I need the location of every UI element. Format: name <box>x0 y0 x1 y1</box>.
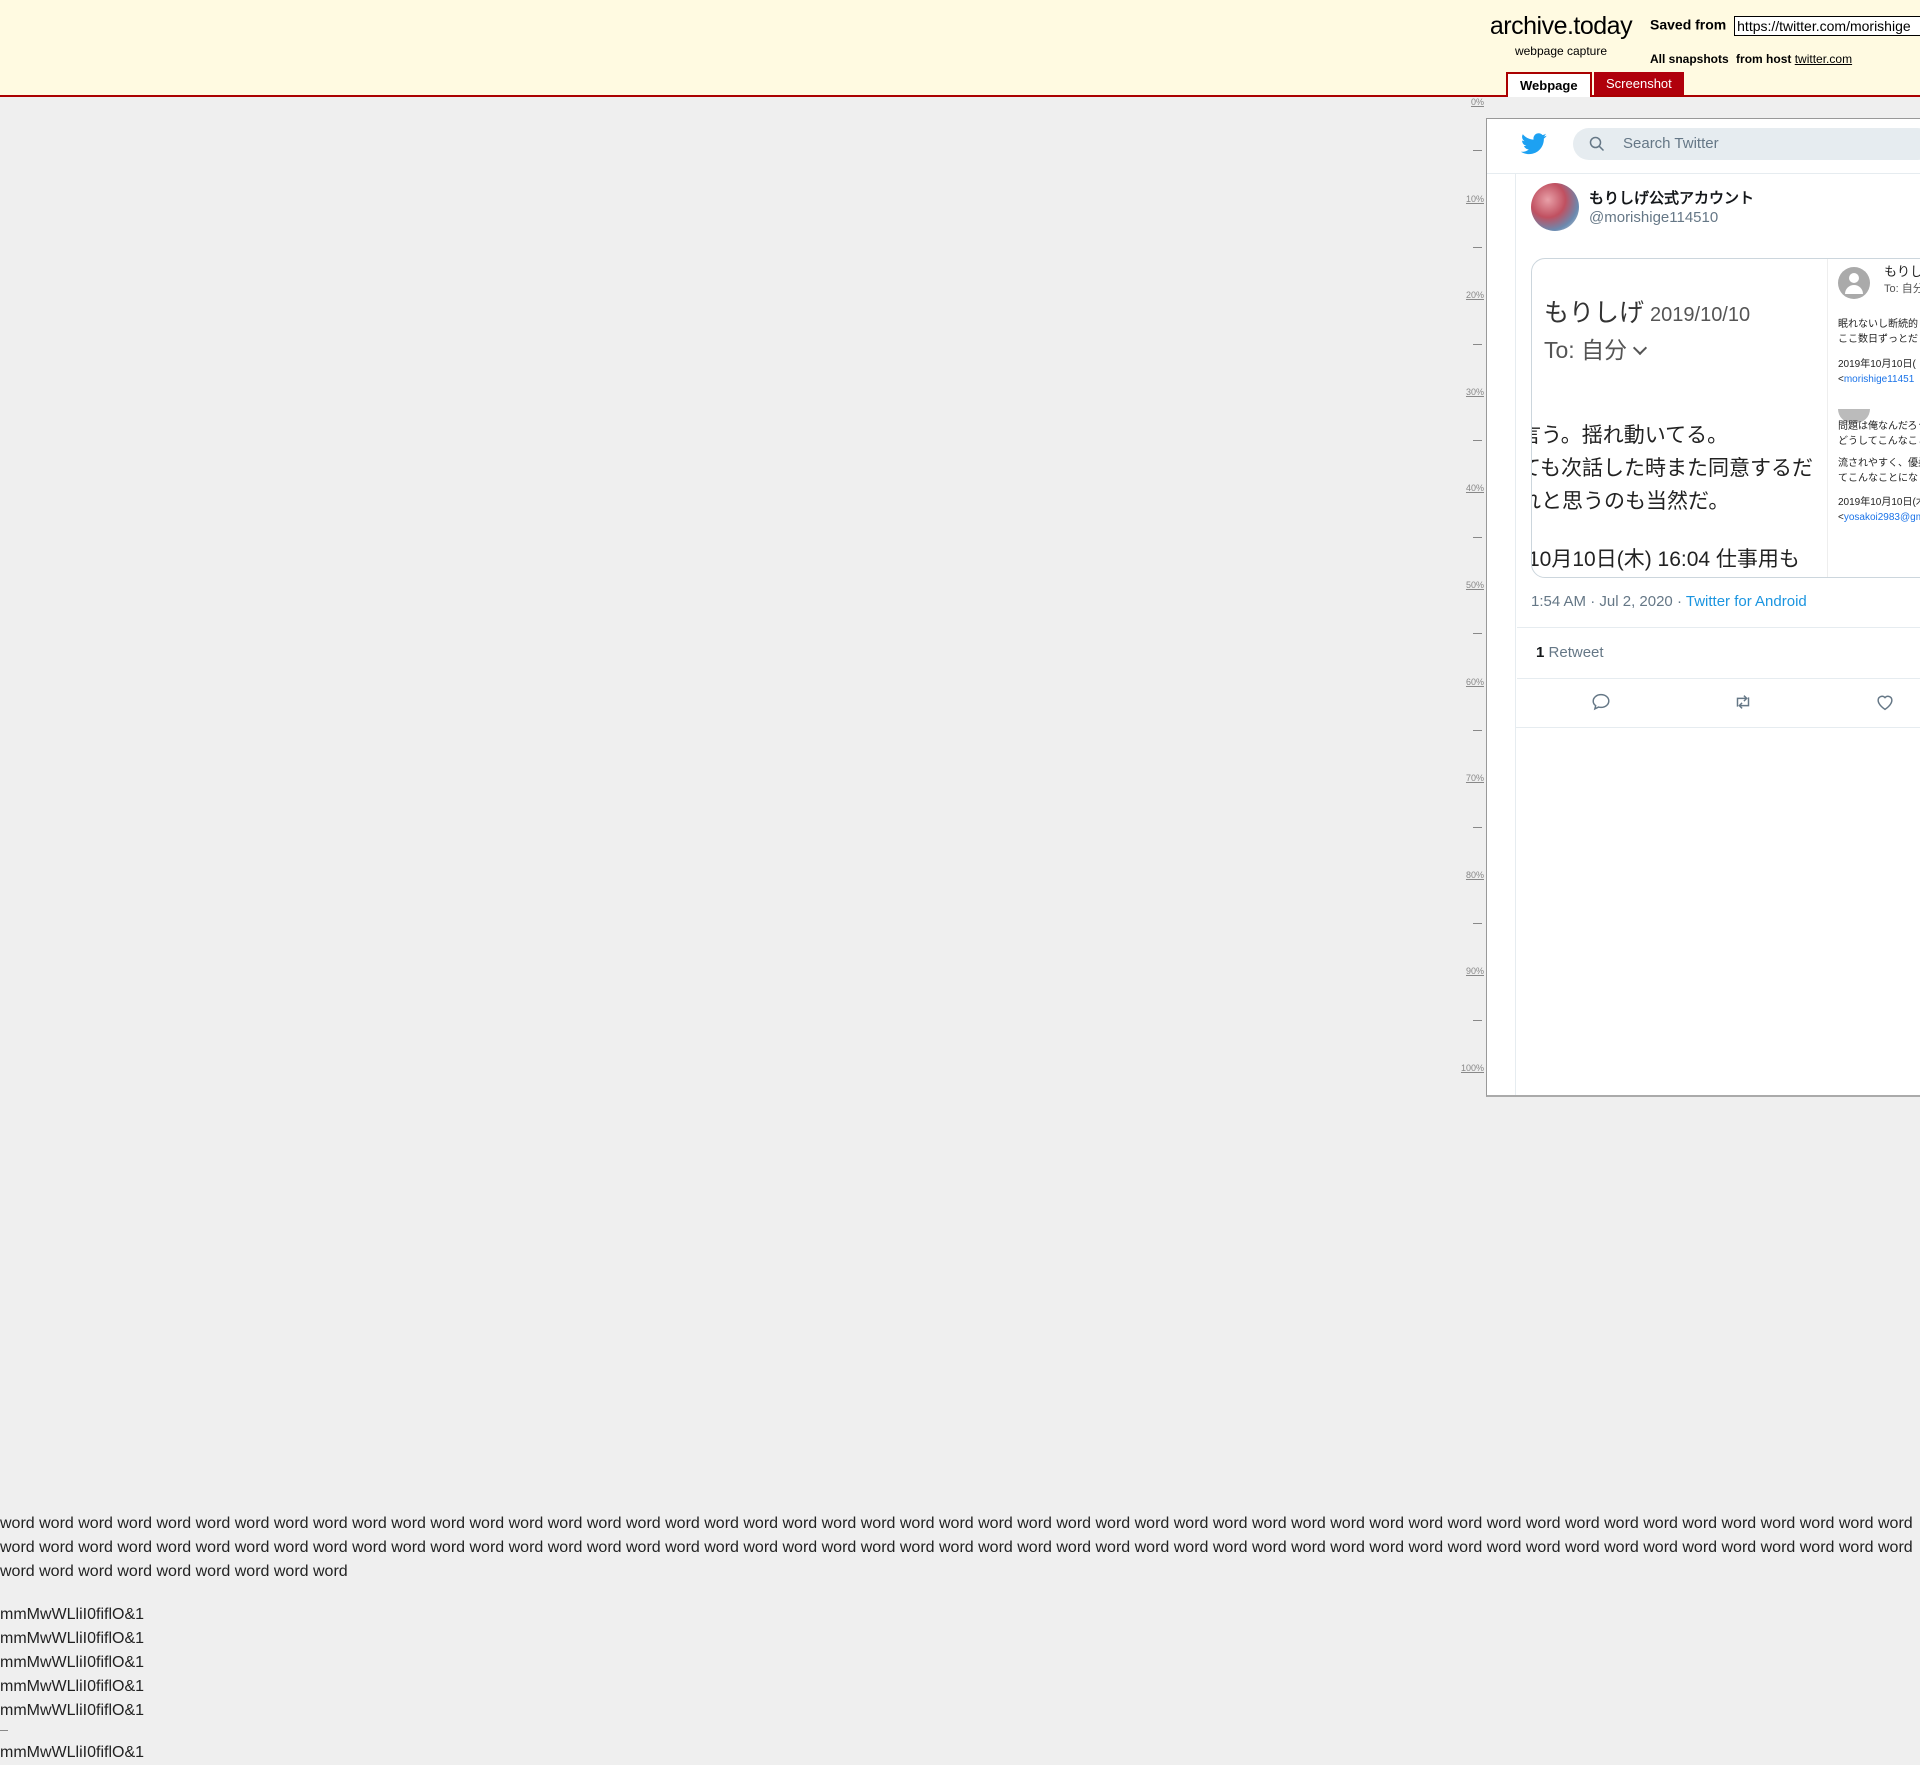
divider <box>1517 678 1920 679</box>
divider <box>1515 727 1920 728</box>
mail-right-text: 問題は俺なんだろう <box>1838 421 1920 432</box>
mail-screenshot-left: もりしげ 2019/10/10 To: 自分 言う。揺れ動いてる。 ても次話した時… <box>1532 259 1827 577</box>
twitter-search-input[interactable]: Search Twitter <box>1573 128 1920 160</box>
ruler-tick <box>1473 633 1482 635</box>
tab-screenshot[interactable]: Screenshot <box>1594 72 1684 95</box>
ruler-tick <box>1473 246 1482 248</box>
mail-right-text: 眠れないし断続的 <box>1838 319 1918 330</box>
tab-webpage[interactable]: Webpage <box>1506 72 1592 97</box>
font-test-line: mmMwWLliI0fiflO&1 <box>0 1630 145 1647</box>
ruler-tick <box>1473 923 1482 925</box>
divider <box>1517 627 1920 628</box>
captured-page-frame: Search Twitter もりしげ公式アカウント @morishige114… <box>1486 118 1920 1097</box>
chevron-down-icon <box>1633 340 1648 356</box>
ruler-tick <box>1473 150 1482 152</box>
tweet-metadata: 1:54 AM · Jul 2, 2020 · Twitter for Andr… <box>1531 593 1807 610</box>
ruler-mark[interactable]: 40% <box>1466 483 1484 493</box>
mail-right-to: To: 自分 <box>1884 283 1920 295</box>
ruler-mark[interactable]: 10% <box>1466 194 1484 204</box>
ruler-tick <box>1473 826 1482 828</box>
mail-sender: もりしげ 2019/10/10 <box>1544 299 1751 327</box>
mail-screenshot-right: もりし To: 自分 眠れないし断続的 ここ数日ずっとだ 2019年10月10日… <box>1827 259 1920 577</box>
mail-right-link: <yosakoi2983@gm <box>1838 512 1920 523</box>
ruler-mark[interactable]: 90% <box>1466 966 1484 976</box>
ruler-mark[interactable]: 50% <box>1466 580 1484 590</box>
tweet-date[interactable]: Jul 2, 2020 <box>1599 593 1672 610</box>
like-heart-icon[interactable] <box>1874 691 1896 713</box>
font-test-line: mmMwWLliI0fiflO&1 <box>0 1702 145 1719</box>
search-placeholder: Search Twitter <box>1623 135 1719 152</box>
ruler-tick <box>1473 536 1482 538</box>
ruler-mark[interactable]: 60% <box>1466 677 1484 687</box>
mail-right-text: どうしてこんなこと <box>1838 436 1920 447</box>
mail-right-text: ここ数日ずっとだ <box>1838 334 1918 345</box>
tweet-image[interactable]: もりしげ 2019/10/10 To: 自分 言う。揺れ動いてる。 ても次話した時… <box>1531 258 1920 578</box>
user-display-name[interactable]: もりしげ公式アカウント <box>1589 187 1754 208</box>
test-word-paragraph: word word word word word word word word … <box>0 1515 1913 1580</box>
mail-right-date: 2019年10月10日(木 <box>1838 497 1920 508</box>
mail-right-text: 流されやすく、優柔 <box>1838 458 1920 469</box>
reply-icon[interactable] <box>1590 691 1612 713</box>
mail-right-text: てこんなことにな <box>1838 473 1918 484</box>
avatar[interactable] <box>1531 183 1579 231</box>
user-handle[interactable]: @morishige114510 <box>1589 209 1718 226</box>
scroll-ruler: 0% 10% 20% 30% 40% 50% 60% 70% 80% 90% 100% <box>1440 97 1484 1093</box>
archive-title[interactable]: archive.today <box>1486 12 1636 41</box>
ruler-tick <box>1473 1019 1482 1021</box>
font-test-line: mmMwWLliI0fiflO&1 <box>0 1654 145 1671</box>
mail-body: 言う。揺れ動いてる。 ても次話した時また同意するだ れと思うのも当然だ。 <box>1532 424 1813 513</box>
archive-header: archive.today webpage capture Saved from… <box>0 0 1920 97</box>
avatar-placeholder-icon <box>1838 267 1870 299</box>
ruler-tick <box>1473 440 1482 442</box>
mail-sender-date: 2019/10/10 <box>1650 304 1751 326</box>
retweet-count[interactable]: 1 Retweet <box>1536 644 1604 661</box>
ruler-mark[interactable]: 0% <box>1471 97 1484 107</box>
snapshots-row: All snapshots from host twitter.com <box>1650 52 1852 66</box>
archive-brand[interactable]: archive.today webpage capture <box>1486 12 1636 58</box>
archive-subtitle: webpage capture <box>1514 44 1608 58</box>
font-test-line: mmMwWLliI0fiflO&1 <box>0 1678 145 1695</box>
saved-from-label: Saved from <box>1650 16 1727 33</box>
font-test-line: mmMwWLliI0fiflO&1 <box>0 1744 145 1761</box>
tweet-source-link[interactable]: Twitter for Android <box>1686 593 1807 610</box>
host-link[interactable]: twitter.com <box>1795 52 1852 66</box>
mail-recipient: To: 自分 <box>1544 331 1648 365</box>
ruler-mark[interactable]: 20% <box>1466 290 1484 300</box>
ruler-tick <box>1473 729 1482 731</box>
saved-from-row: Saved from <box>1650 16 1920 36</box>
saved-from-url-field[interactable] <box>1734 16 1920 36</box>
retweet-icon[interactable] <box>1732 691 1754 713</box>
mail-right-name: もりし <box>1884 264 1920 279</box>
divider <box>0 1723 144 1741</box>
ruler-mark[interactable]: 30% <box>1466 387 1484 397</box>
ruler-mark[interactable]: 80% <box>1466 870 1484 880</box>
mail-right-date: 2019年10月10日( <box>1838 359 1916 370</box>
font-test-line: mmMwWLliI0fiflO&1 <box>0 1606 145 1623</box>
font-test-lines: mmMwWLliI0fiflO&1 mmMwWLliI0fiflO&1 mmMw… <box>0 1603 144 1765</box>
all-snapshots-link[interactable]: All snapshots <box>1650 52 1729 66</box>
tweet-time[interactable]: 1:54 AM <box>1531 593 1586 610</box>
mail-date-line: 10月10日(木) 16:04 仕事用も <box>1532 548 1800 571</box>
column-divider <box>1515 173 1516 1095</box>
twitter-topbar: Search Twitter <box>1487 119 1920 174</box>
ruler-mark[interactable]: 100% <box>1461 1063 1484 1073</box>
from-host-label: from host <box>1736 52 1792 66</box>
ruler-tick <box>1473 343 1482 345</box>
search-icon <box>1589 136 1605 152</box>
mail-right-link: <morishige11451 <box>1838 374 1915 385</box>
twitter-bird-icon[interactable] <box>1521 133 1547 155</box>
ruler-mark[interactable]: 70% <box>1466 773 1484 783</box>
